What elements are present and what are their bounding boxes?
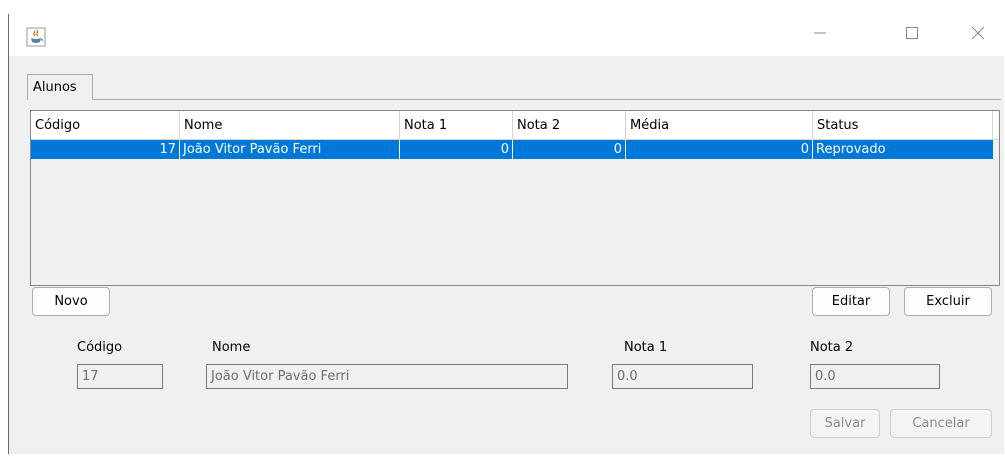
cell-nota2: 0	[513, 140, 626, 159]
minimize-button[interactable]	[797, 14, 843, 56]
nome-field[interactable]: João Vitor Pavão Ferri	[206, 364, 568, 389]
nota2-label: Nota 2	[810, 340, 854, 355]
table-row[interactable]: 17 João Vitor Pavão Ferri 0 0 0 Reprovad…	[31, 140, 993, 159]
students-table: Código Nome Nota 1 Nota 2 Média Status 1…	[30, 110, 1000, 286]
minimize-icon	[814, 27, 826, 43]
app-window: Alunos Código Nome Nota 1 Nota 2 Média S…	[8, 14, 1005, 454]
column-header-codigo[interactable]: Código	[31, 111, 180, 140]
nota2-field[interactable]: 0.0	[810, 364, 940, 389]
close-icon	[971, 26, 985, 43]
column-header-nome[interactable]: Nome	[180, 111, 400, 140]
nota1-label: Nota 1	[624, 340, 668, 355]
column-header-nota1[interactable]: Nota 1	[400, 111, 513, 140]
table-header: Código Nome Nota 1 Nota 2 Média Status	[31, 111, 999, 140]
column-header-nota2[interactable]: Nota 2	[513, 111, 626, 140]
java-icon	[26, 27, 46, 47]
column-header-status[interactable]: Status	[813, 111, 993, 140]
editar-button[interactable]: Editar	[812, 287, 890, 316]
nome-label: Nome	[212, 340, 251, 355]
nota1-field[interactable]: 0.0	[612, 364, 753, 389]
cell-nome: João Vitor Pavão Ferri	[180, 140, 400, 159]
codigo-field[interactable]: 17	[77, 364, 163, 389]
cell-nota1: 0	[400, 140, 513, 159]
close-button[interactable]	[955, 14, 1001, 56]
salvar-button[interactable]: Salvar	[810, 409, 880, 438]
column-header-media[interactable]: Média	[626, 111, 813, 140]
maximize-button[interactable]	[889, 14, 935, 56]
cancelar-button[interactable]: Cancelar	[890, 409, 992, 438]
maximize-icon	[906, 27, 918, 43]
novo-button[interactable]: Novo	[32, 287, 110, 316]
title-bar[interactable]	[9, 14, 1005, 56]
excluir-button[interactable]: Excluir	[904, 287, 992, 316]
cell-status: Reprovado	[816, 142, 886, 157]
tab-alunos[interactable]: Alunos	[27, 74, 93, 100]
cell-media: 0	[626, 140, 813, 159]
cell-codigo: 17	[31, 140, 180, 159]
codigo-label: Código	[77, 340, 123, 355]
